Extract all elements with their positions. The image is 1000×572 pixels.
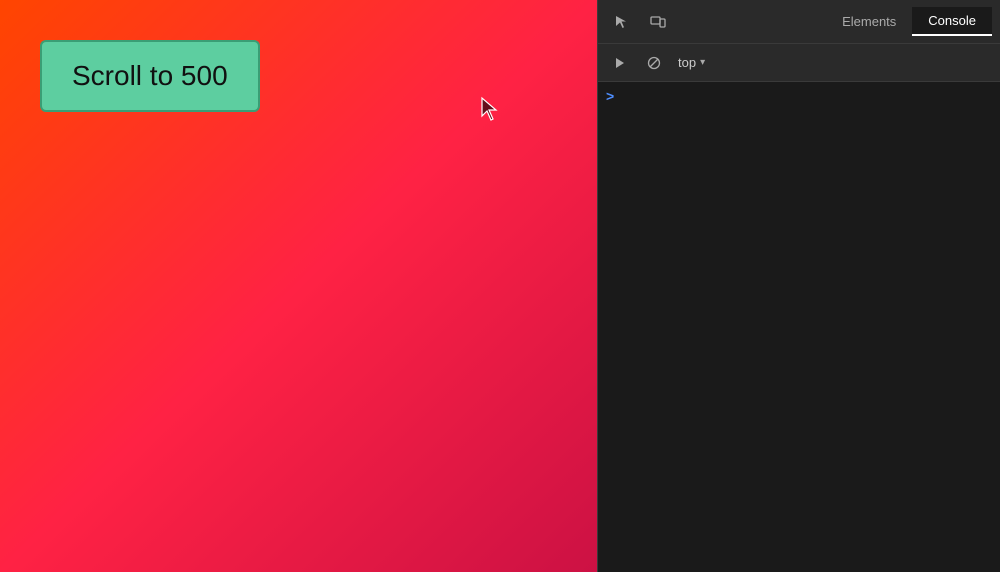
devtools-panel: Elements Console top ▾ > <box>597 0 1000 572</box>
console-output-area: > <box>598 82 1000 572</box>
context-label: top <box>678 55 696 70</box>
mouse-cursor <box>480 96 502 122</box>
console-secondary-toolbar: top ▾ <box>598 44 1000 82</box>
tab-console[interactable]: Console <box>912 7 992 36</box>
console-prompt-row: > <box>606 88 992 104</box>
webpage-area: Scroll to 500 <box>0 0 597 572</box>
console-input[interactable] <box>618 89 992 104</box>
device-toolbar-icon[interactable] <box>642 6 674 38</box>
devtools-tabs: Elements Console <box>826 7 992 36</box>
console-chevron-icon: > <box>606 88 614 104</box>
run-snippet-icon[interactable] <box>606 49 634 77</box>
scroll-to-500-button[interactable]: Scroll to 500 <box>40 40 260 112</box>
inspect-element-icon[interactable] <box>606 6 638 38</box>
tab-elements[interactable]: Elements <box>826 8 912 35</box>
context-selector[interactable]: top ▾ <box>678 55 705 70</box>
clear-console-icon[interactable] <box>640 49 668 77</box>
devtools-top-toolbar: Elements Console <box>598 0 1000 44</box>
chevron-down-icon: ▾ <box>700 57 705 68</box>
